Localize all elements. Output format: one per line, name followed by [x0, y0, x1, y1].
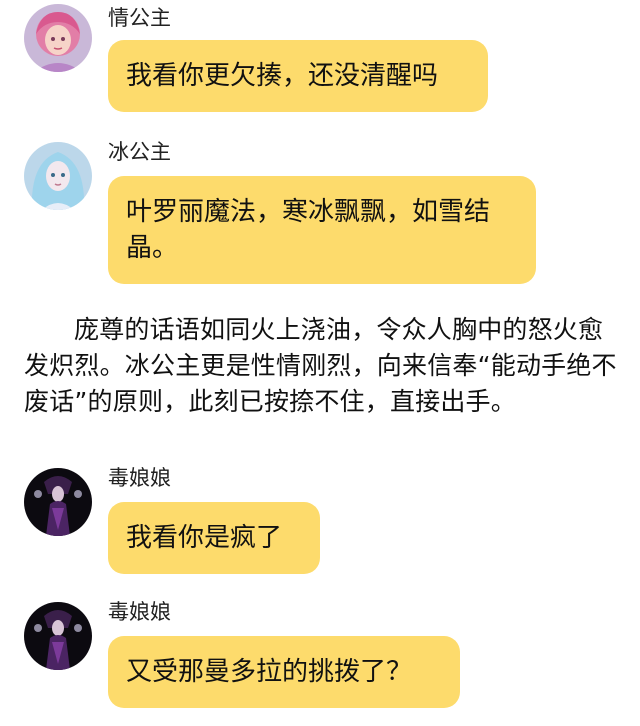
poison-queen-avatar-icon: [24, 468, 92, 536]
message-bubble: 叶罗丽魔法，寒冰飘飘，如雪结晶。: [108, 176, 536, 284]
narration-text: 庞尊的话语如同火上浇油，令众人胸中的怒火愈发炽烈。冰公主更是性情刚烈，向来信奉“…: [24, 315, 617, 416]
avatar[interactable]: [24, 602, 92, 670]
princess-ice-avatar-icon: [24, 142, 92, 210]
avatar[interactable]: [24, 468, 92, 536]
message-bubble: 又受那曼多拉的挑拨了？: [108, 636, 460, 708]
sender-name: 毒娘娘: [108, 600, 171, 624]
avatar[interactable]: [24, 4, 92, 72]
message-bubble: 我看你是疯了: [108, 502, 320, 574]
avatar[interactable]: [24, 142, 92, 210]
sender-name: 毒娘娘: [108, 466, 171, 490]
message-bubble: 我看你更欠揍，还没清醒吗: [108, 40, 488, 112]
sender-name: 情公主: [108, 6, 171, 30]
sender-name: 冰公主: [108, 140, 171, 164]
poison-queen-avatar-icon: [24, 602, 92, 670]
princess-pink-avatar-icon: [24, 4, 92, 72]
